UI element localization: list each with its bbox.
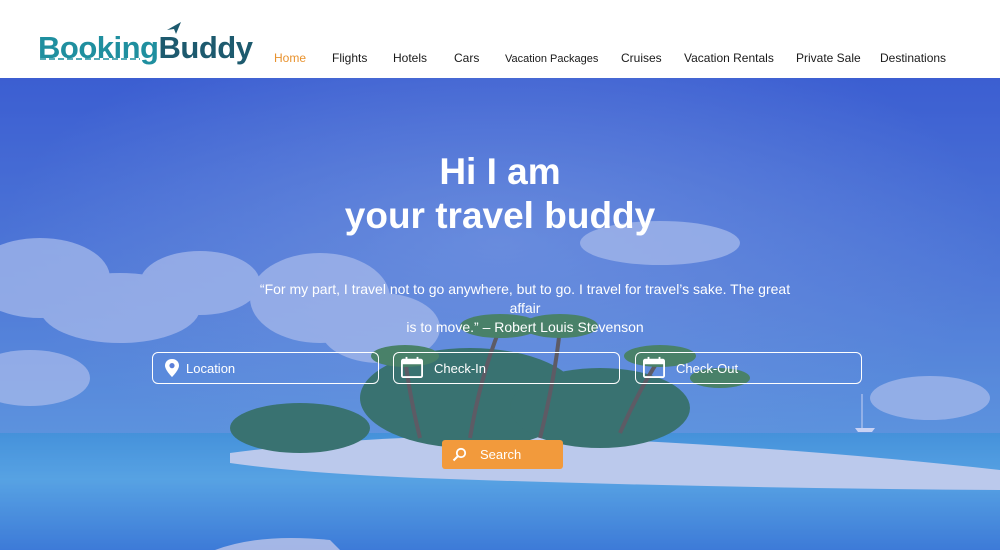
checkout-placeholder: Check-Out <box>676 361 739 376</box>
hero-section: Hi I am your travel buddy “For my part, … <box>0 78 1000 550</box>
checkout-input[interactable]: Check-Out <box>635 352 862 384</box>
nav-vacation-rentals[interactable]: Vacation Rentals <box>684 50 774 66</box>
location-input[interactable]: Location <box>152 352 379 384</box>
hero-headline-line2: your travel buddy <box>344 195 656 236</box>
hero-quote-line1: “For my part, I travel not to go anywher… <box>259 281 791 316</box>
main-nav: Home Flights Hotels Cars Vacation Packag… <box>0 50 1000 66</box>
nav-vacation-packages[interactable]: Vacation Packages <box>505 51 598 67</box>
nav-cruises[interactable]: Cruises <box>621 50 662 66</box>
map-pin-icon <box>165 359 179 377</box>
nav-private-sale[interactable]: Private Sale <box>796 50 861 66</box>
nav-cars[interactable]: Cars <box>454 50 479 66</box>
magnifier-icon <box>452 447 467 462</box>
nav-home[interactable]: Home <box>274 50 306 66</box>
checkin-placeholder: Check-In <box>434 361 487 376</box>
calendar-icon <box>643 356 665 378</box>
search-button[interactable]: Search <box>442 440 563 469</box>
location-placeholder: Location <box>186 361 236 376</box>
search-button-label: Search <box>480 447 522 462</box>
calendar-icon <box>401 356 423 378</box>
hero-quote-line2: is to move.” – Robert Louis Stevenson <box>406 319 644 335</box>
nav-flights[interactable]: Flights <box>332 50 367 66</box>
plane-icon <box>167 22 181 34</box>
site-header: BookingBuddy Home Flights Hotels Cars Va… <box>0 0 1000 78</box>
hero-quote: “For my part, I travel not to go anywher… <box>250 280 800 337</box>
hero-headline-line1: Hi I am <box>439 151 561 192</box>
nav-destinations[interactable]: Destinations <box>880 50 946 66</box>
checkin-input[interactable]: Check-In <box>393 352 620 384</box>
nav-hotels[interactable]: Hotels <box>393 50 427 66</box>
